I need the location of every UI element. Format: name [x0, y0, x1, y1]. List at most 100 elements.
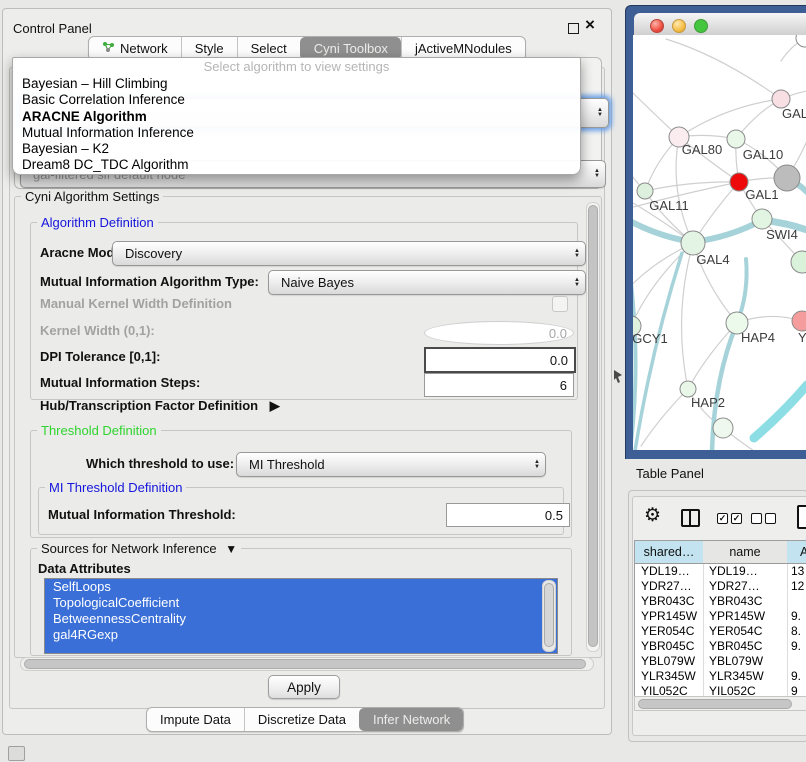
network-node[interactable] [637, 183, 653, 199]
network-edge[interactable] [641, 389, 688, 446]
table-row[interactable]: YBR045C YBR045C 9. [635, 639, 806, 654]
algorithm-option[interactable]: Basic Correlation Inference [13, 92, 580, 108]
scrollbar-thumb[interactable] [638, 699, 792, 709]
table-cell[interactable]: YBR043C [641, 594, 694, 609]
scrollbar-thumb[interactable] [588, 205, 598, 647]
table-cell[interactable]: YER054C [709, 624, 762, 639]
close-window-icon[interactable] [650, 19, 664, 33]
aracne-mode-select[interactable]: Discovery ▲▼ [112, 241, 586, 266]
column-header[interactable]: A [787, 541, 806, 564]
network-edge[interactable] [633, 267, 636, 443]
zoom-window-icon[interactable] [694, 19, 708, 33]
deselect-checkbox-icon[interactable] [765, 513, 776, 524]
column-header[interactable]: shared… [635, 541, 704, 564]
kernel-width-field[interactable]: 0.0 [424, 321, 574, 345]
mi-type-select[interactable]: Naive Bayes ▲▼ [268, 270, 586, 295]
network-canvas[interactable]: GALGAL80GAL10GAL1GAL11SWI4GAL4GCY1HAP4YH… [633, 35, 806, 450]
table-cell[interactable]: 9. [791, 639, 801, 654]
close-icon[interactable]: × [585, 16, 595, 33]
table-row[interactable]: YER054C YER054C 8. [635, 624, 806, 639]
table-cell[interactable]: YPR145W [641, 609, 697, 624]
table-hscrollbar[interactable] [634, 696, 806, 711]
table-row[interactable]: YLR345W YLR345W 9. [635, 669, 806, 684]
network-edge[interactable] [635, 253, 682, 450]
network-node[interactable] [752, 209, 772, 229]
dpi-tolerance-field[interactable]: 0.0 [424, 347, 576, 373]
split-panel-icon[interactable] [681, 509, 700, 527]
algorithm-option[interactable]: Bayesian – K2 [13, 141, 580, 157]
table-row[interactable]: YBL079W YBL079W [635, 654, 806, 669]
network-node[interactable] [791, 251, 806, 273]
tab-infer-network[interactable]: Infer Network [359, 708, 463, 731]
table-row[interactable]: YDL19… YDL19… 13 [635, 564, 806, 579]
network-edge[interactable] [645, 182, 739, 191]
network-node[interactable] [792, 311, 806, 331]
collapse-arrow-icon[interactable]: ▼ [225, 542, 237, 556]
data-attribute-item[interactable]: gal4RGexp [45, 627, 557, 643]
table-row[interactable]: YPR145W YPR145W 9. [635, 609, 806, 624]
table-cell[interactable]: YBR045C [709, 639, 762, 654]
algorithm-option[interactable]: Bayesian – Hill Climbing [13, 76, 580, 92]
document-icon[interactable] [797, 505, 806, 529]
table-cell[interactable]: YBR045C [641, 639, 694, 654]
table-cell[interactable]: YDR27… [709, 579, 760, 594]
table-row[interactable]: YDR27… YDR27… 12 [635, 579, 806, 594]
minimize-window-icon[interactable] [672, 19, 686, 33]
tab-discretize-data[interactable]: Discretize Data [244, 708, 359, 731]
tab-impute-data[interactable]: Impute Data [147, 708, 244, 731]
data-attributes-list[interactable]: SelfLoopsTopologicalCoefficientBetweenne… [44, 578, 558, 654]
table-cell[interactable]: YDR27… [641, 579, 692, 594]
network-edge[interactable] [688, 323, 737, 389]
table-cell[interactable]: YBR043C [709, 594, 762, 609]
network-edge[interactable] [679, 99, 781, 137]
algorithm-option[interactable]: Mutual Information Inference [13, 125, 580, 141]
table-cell[interactable]: YLR345W [641, 669, 696, 684]
mi-threshold-field[interactable]: 0.5 [446, 503, 570, 527]
table-cell[interactable]: YPR145W [709, 609, 765, 624]
algorithm-option[interactable]: ARACNE Algorithm [13, 109, 580, 125]
table-row[interactable]: YBR043C YBR043C [635, 594, 806, 609]
settings-hscrollbar[interactable] [20, 657, 594, 671]
dock-panel-icon[interactable] [8, 746, 25, 761]
table-cell[interactable]: YBL079W [709, 654, 763, 669]
algorithm-option[interactable]: Dream8 DC_TDC Algorithm [13, 157, 580, 173]
table-cell[interactable]: 12 [791, 579, 804, 594]
manual-kernel-label: Manual Kernel Width Definition [40, 297, 232, 311]
scrollbar-thumb[interactable] [24, 659, 586, 669]
column-header[interactable]: name [703, 541, 788, 564]
float-panel-icon[interactable] [568, 23, 579, 34]
apply-button[interactable]: Apply [268, 675, 340, 699]
deselect-checkbox-icon[interactable] [751, 513, 762, 524]
hub-definition-expander[interactable]: Hub/Transcription Factor Definition ▶ [40, 399, 280, 413]
network-edge[interactable] [666, 39, 781, 99]
network-node[interactable] [796, 35, 806, 47]
data-attribute-item[interactable]: SelfLoops [45, 579, 557, 595]
table-cell[interactable]: 8. [791, 624, 801, 639]
table-cell[interactable]: 9. [791, 609, 801, 624]
network-node[interactable] [727, 130, 745, 148]
gear-icon[interactable]: ⚙ [644, 505, 661, 527]
table-cell[interactable]: YDL19… [709, 564, 758, 579]
table-cell[interactable]: YDL19… [641, 564, 690, 579]
table-cell[interactable]: 9. [791, 669, 801, 684]
network-node[interactable] [713, 418, 733, 438]
expand-arrow-icon[interactable]: ▶ [270, 398, 280, 413]
node-label: GAL4 [696, 252, 729, 267]
data-attribute-item[interactable]: BetweennessCentrality [45, 611, 557, 627]
scrollbar-thumb[interactable] [544, 583, 554, 647]
mi-steps-field[interactable]: 6 [424, 373, 574, 397]
data-attribute-item[interactable]: TopologicalCoefficient [45, 595, 557, 611]
network-edge[interactable] [754, 385, 806, 438]
settings-scrollbar[interactable] [586, 202, 600, 652]
select-all-checkbox-icon[interactable]: ✓ [717, 513, 728, 524]
table-cell[interactable]: 13 [791, 564, 804, 579]
table-body[interactable]: YDL19…YDL19…13YDR27…YDR27…12YBR043CYBR04… [635, 564, 806, 697]
attributes-scrollbar[interactable] [542, 580, 556, 652]
table-cell[interactable]: YBL079W [641, 654, 695, 669]
which-threshold-select[interactable]: MI Threshold ▲▼ [236, 452, 546, 477]
table-cell[interactable]: YER054C [641, 624, 694, 639]
network-edge[interactable] [682, 243, 693, 389]
table-cell[interactable]: YLR345W [709, 669, 764, 684]
manual-kernel-checkbox[interactable] [552, 296, 568, 312]
select-all-checkbox-icon[interactable]: ✓ [731, 513, 742, 524]
